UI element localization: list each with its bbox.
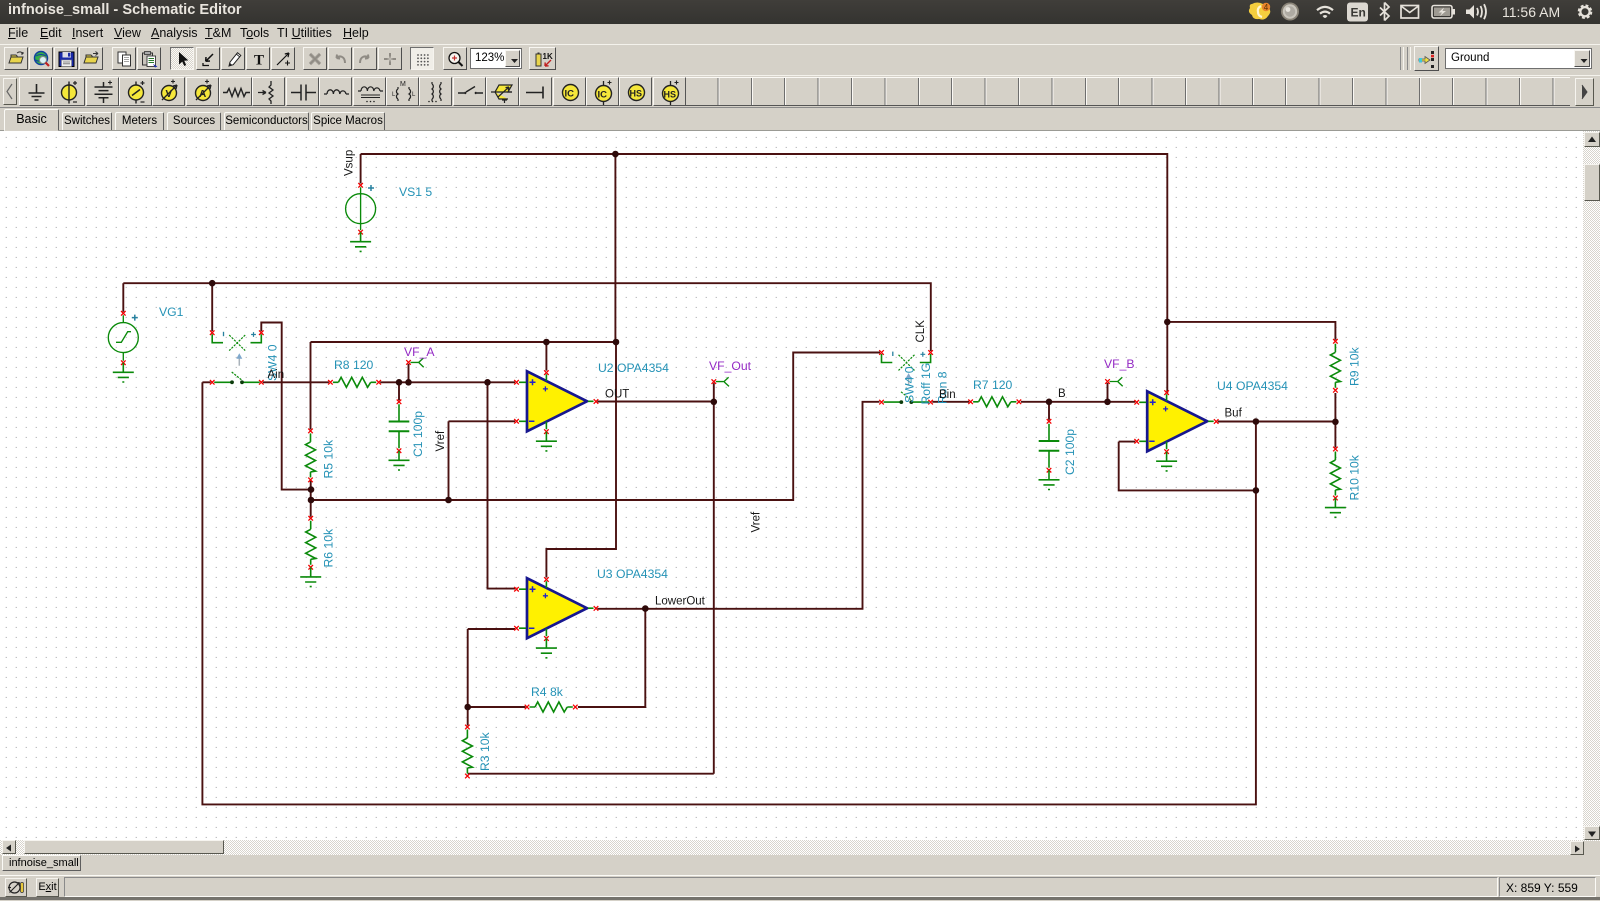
svg-text:CLK: CLK [915,320,927,343]
svg-text:M: M [400,81,406,88]
svg-text:Buf: Buf [1225,408,1243,420]
svg-text:LowerOut: LowerOut [655,596,706,608]
svg-text:T: T [254,53,264,69]
svg-text:R5 10k: R5 10k [322,439,336,479]
svg-text:HS: HS [663,90,676,100]
svg-text:C1 100p: C1 100p [411,411,425,457]
svg-text:R3 10k: R3 10k [478,731,492,771]
svg-text:1K: 1K [543,52,553,61]
svg-text:R6 10k: R6 10k [322,528,336,568]
svg-text:L: L [392,92,396,98]
svg-text:VS1 5: VS1 5 [399,185,432,199]
svg-text:En: En [1351,6,1366,20]
svg-text:VF_A: VF_A [404,345,435,359]
svg-text:Vref: Vref [751,511,763,532]
svg-text:L: L [412,92,416,98]
svg-text:Bin: Bin [939,389,956,401]
svg-text:R9 10k: R9 10k [1348,346,1362,386]
svg-text:R4 8k: R4 8k [531,685,564,699]
svg-text:11:56 AM: 11:56 AM [1502,4,1560,20]
svg-text:IC: IC [564,89,574,100]
svg-text:VF_Out: VF_Out [709,359,752,373]
svg-text:U4 OPA4354: U4 OPA4354 [1217,379,1288,393]
svg-text:SW4 0: SW4 0 [903,366,917,403]
svg-text:R8 120: R8 120 [334,358,374,372]
svg-text:IC: IC [597,90,607,101]
svg-text:Roff 1G: Roff 1G [919,363,933,405]
svg-text:U2 OPA4354: U2 OPA4354 [598,361,669,375]
svg-text:Vref: Vref [435,430,447,451]
svg-text:B: B [1058,388,1066,400]
svg-text:Vsup: Vsup [344,150,356,176]
svg-text:Ain: Ain [268,369,285,381]
svg-text:VF_B: VF_B [1104,357,1134,371]
svg-text:U3 OPA4354: U3 OPA4354 [597,567,668,581]
svg-text:VG1: VG1 [159,305,184,319]
svg-text:R7 120: R7 120 [973,378,1013,392]
svg-text:R10 10k: R10 10k [1348,454,1362,500]
svg-text:4: 4 [1264,3,1269,12]
svg-text:C2 100p: C2 100p [1063,429,1077,475]
svg-text:OUT: OUT [605,389,629,401]
svg-text:HS: HS [630,89,643,99]
